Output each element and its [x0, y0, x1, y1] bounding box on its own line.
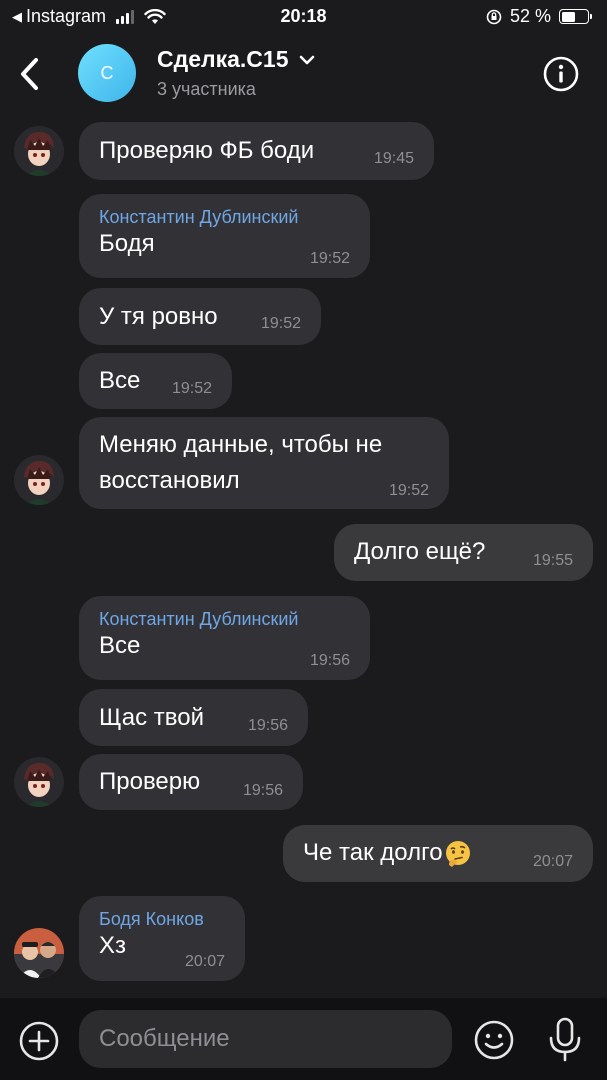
user-avatar[interactable]	[14, 126, 64, 176]
message-composer	[0, 998, 607, 1080]
message-bubble[interactable]: Бодя Конков Хз 20:07	[79, 896, 245, 981]
chat-avatar-letter: С	[100, 62, 114, 83]
chat-participants: 3 участника	[157, 79, 256, 99]
sender-name[interactable]: Бодя Конков	[99, 896, 225, 931]
message-bubble[interactable]: Проверяю ФБ боди 19:45	[79, 122, 434, 180]
smiley-icon[interactable]	[472, 1018, 516, 1062]
message-text: Меняю данные, чтобы не	[99, 431, 383, 458]
anime-avatar-icon	[14, 455, 64, 505]
message-bubble[interactable]: Меняю данные, чтобы не восстановил 19:52	[79, 417, 449, 509]
status-bar: ◀ Instagram 20:18 52 %	[0, 0, 607, 34]
message-time: 19:52	[388, 482, 429, 499]
photo-avatar-icon	[14, 928, 64, 978]
message-time: 19:52	[171, 380, 212, 397]
back-chevron-icon[interactable]	[14, 54, 48, 94]
message-bubble[interactable]: Щас твой 19:56	[79, 689, 308, 746]
message-time: 20:07	[532, 853, 573, 870]
user-avatar[interactable]	[14, 757, 64, 807]
message-time: 19:45	[373, 150, 414, 167]
message-time: 19:56	[242, 782, 283, 799]
plus-icon[interactable]	[18, 1020, 60, 1062]
chat-avatar[interactable]: С	[78, 44, 136, 102]
message-text-line2: восстановил	[99, 467, 240, 494]
message-bubble[interactable]: Все 19:52	[79, 353, 232, 409]
message-bubble-outgoing[interactable]: Че так долго 20:07	[283, 825, 593, 882]
message-bubble[interactable]: У тя ровно 19:52	[79, 288, 321, 345]
info-icon[interactable]	[543, 56, 579, 92]
chat-title-text: Сделка.С15	[157, 46, 289, 72]
message-time: 19:52	[309, 250, 350, 267]
message-input[interactable]	[79, 1010, 452, 1068]
message-time: 19:56	[247, 717, 288, 734]
message-bubble[interactable]: Константин Дублинский Бодя 19:52	[79, 194, 370, 278]
message-list[interactable]: Проверяю ФБ боди 19:45 Константин Дублин…	[0, 114, 607, 998]
message-bubble[interactable]: Проверю 19:56	[79, 754, 303, 810]
message-bubble-outgoing[interactable]: Долго ещё? 19:55	[334, 524, 593, 581]
message-text: Проверяю ФБ боди	[99, 137, 315, 164]
anime-avatar-icon	[14, 757, 64, 807]
message-time: 20:07	[184, 953, 225, 970]
battery-icon	[559, 9, 592, 24]
chat-title[interactable]: Сделка.С15	[157, 46, 315, 73]
user-avatar[interactable]	[14, 455, 64, 505]
microphone-icon[interactable]	[545, 1016, 585, 1064]
sender-name[interactable]: Константин Дублинский	[99, 596, 350, 631]
orientation-lock-icon	[486, 9, 502, 24]
chevron-down-icon	[299, 55, 314, 64]
thinking-face-emoji-icon	[445, 840, 470, 867]
message-time: 19:56	[309, 652, 350, 669]
message-time: 19:55	[532, 552, 573, 569]
message-time: 19:52	[260, 315, 301, 332]
message-bubble[interactable]: Константин Дублинский Все 19:56	[79, 596, 370, 680]
user-avatar[interactable]	[14, 928, 64, 978]
battery-percent: 52 %	[509, 6, 551, 26]
anime-avatar-icon	[14, 126, 64, 176]
chat-header: С Сделка.С15 3 участника	[0, 34, 607, 114]
message-text: Че так долго	[303, 839, 443, 866]
sender-name[interactable]: Константин Дублинский	[99, 194, 350, 229]
